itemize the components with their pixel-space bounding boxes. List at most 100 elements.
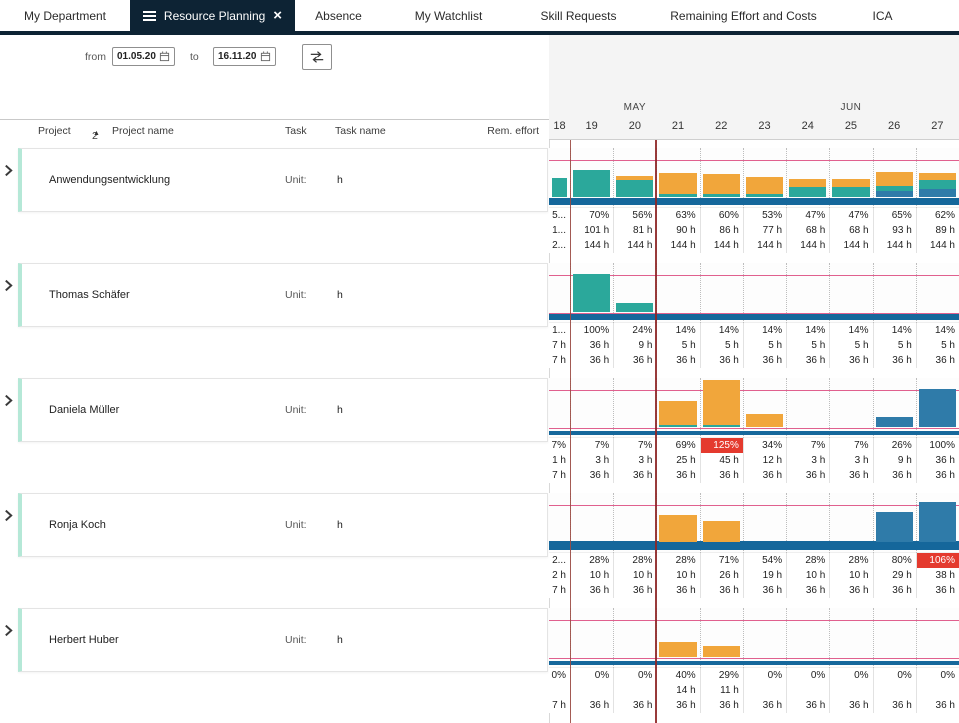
timeline-header: MAYJUN18192021222324252627 xyxy=(549,35,959,140)
chart-gridline xyxy=(700,378,701,438)
month-label: JUN xyxy=(831,102,871,113)
capacity-cell: 36 h xyxy=(613,583,656,598)
capacity-cell: 36 h xyxy=(873,583,916,598)
chart-gridline xyxy=(916,378,917,438)
capacity-cell: 36 h xyxy=(786,583,829,598)
col-rem-effort[interactable]: Rem. effort xyxy=(487,125,539,137)
percent-cell: 7% xyxy=(613,438,656,453)
hours-cell: 9 h xyxy=(613,338,656,353)
resource-row-card[interactable]: Ronja Koch Unit: h xyxy=(18,493,548,557)
bar-segment xyxy=(919,189,956,197)
from-date-input[interactable]: 01.05.20 xyxy=(112,47,175,66)
calendar-icon[interactable] xyxy=(159,51,170,62)
percent-cell: 34% xyxy=(743,438,786,453)
capacity-cell: 36 h xyxy=(829,698,872,713)
utilization-chart xyxy=(549,148,959,208)
col-task-name[interactable]: Task name xyxy=(335,125,386,137)
refresh-button[interactable] xyxy=(302,44,332,70)
tab-my-watchlist[interactable]: My Watchlist xyxy=(382,0,515,31)
bar-segment xyxy=(919,389,956,427)
percent-cell: 100% xyxy=(570,323,613,338)
hours-cell: 38 h xyxy=(916,568,959,583)
percent-cell: 7% xyxy=(570,438,613,453)
hours-cell: 77 h xyxy=(743,223,786,238)
percent-cell: 0% xyxy=(873,668,916,683)
week-label[interactable]: 23 xyxy=(743,120,786,132)
hours-cell: 5 h xyxy=(786,338,829,353)
capacity-cell: 36 h xyxy=(700,698,743,713)
timeline-row: 1...100%24%14%14%14%14%14%14%14%7 h36 h9… xyxy=(549,263,959,368)
resource-row-card[interactable]: Anwendungsentwicklung Unit: h xyxy=(18,148,548,212)
resource-row-card[interactable]: Herbert Huber Unit: h xyxy=(18,608,548,672)
col-project-name[interactable]: Project name xyxy=(112,125,174,137)
hours-cell: 29 h xyxy=(873,568,916,583)
week-label[interactable]: 27 xyxy=(916,120,959,132)
expand-chevron-icon[interactable] xyxy=(4,279,16,293)
percent-cell: 28% xyxy=(570,553,613,568)
from-label: from xyxy=(85,51,106,63)
col-task[interactable]: Task xyxy=(285,125,307,137)
week-label[interactable]: 21 xyxy=(656,120,699,132)
bar-segment xyxy=(919,180,956,189)
capacity-cell: 36 h xyxy=(916,698,959,713)
week-values-table: 2...28%28%28%71%54%28%28%80%106%2 h10 h1… xyxy=(549,553,959,598)
percent-cell: 28% xyxy=(656,553,699,568)
col-project[interactable]: Project xyxy=(38,125,71,137)
hours-cell: 12 h xyxy=(743,453,786,468)
period-start-line xyxy=(570,140,571,723)
chart-gridline xyxy=(786,378,787,438)
expand-chevron-icon[interactable] xyxy=(4,624,16,638)
bar-segment xyxy=(876,172,913,185)
week-label[interactable]: 22 xyxy=(700,120,743,132)
capacity-cell: 36 h xyxy=(916,353,959,368)
percent-cell: 7% xyxy=(829,438,872,453)
tab-label: Skill Requests xyxy=(540,9,616,23)
week-label[interactable]: 24 xyxy=(786,120,829,132)
menu-icon[interactable] xyxy=(143,11,156,21)
capacity-cell: 36 h xyxy=(656,583,699,598)
tab-my-department[interactable]: My Department xyxy=(0,0,130,31)
chart-gridline xyxy=(786,608,787,668)
percent-cell: 70% xyxy=(570,208,613,223)
tab-resource-planning[interactable]: Resource Planning × xyxy=(130,0,295,31)
bar-segment xyxy=(573,274,610,312)
to-date-input[interactable]: 16.11.20 xyxy=(213,47,276,66)
percent-cell: 60% xyxy=(700,208,743,223)
week-label[interactable]: 19 xyxy=(570,120,613,132)
tab-remaining-effort[interactable]: Remaining Effort and Costs xyxy=(642,0,845,31)
expand-chevron-icon[interactable] xyxy=(4,509,16,523)
capacity-limit-line xyxy=(549,620,959,621)
hours-cell: 5 h xyxy=(916,338,959,353)
hours-cell: 68 h xyxy=(829,223,872,238)
week-label[interactable]: 20 xyxy=(613,120,656,132)
percent-cell: 53% xyxy=(743,208,786,223)
capacity-cell: 144 h xyxy=(873,238,916,253)
hours-cell: 25 h xyxy=(656,453,699,468)
resource-row-card[interactable]: Thomas Schäfer Unit: h xyxy=(18,263,548,327)
bar-segment xyxy=(876,186,913,191)
expand-chevron-icon[interactable] xyxy=(4,164,16,178)
unit-label: Unit: xyxy=(285,289,307,301)
bar-segment xyxy=(659,642,696,657)
capacity-cell: 36 h xyxy=(873,698,916,713)
hours-cell: 10 h xyxy=(656,568,699,583)
week-label[interactable]: 25 xyxy=(829,120,872,132)
close-tab-icon[interactable]: × xyxy=(273,8,282,23)
baseline-load-bar xyxy=(549,314,959,320)
tab-absence[interactable]: Absence xyxy=(295,0,382,31)
hours-cell: 5 h xyxy=(873,338,916,353)
week-label[interactable]: 18 xyxy=(549,120,570,132)
week-label[interactable]: 26 xyxy=(873,120,916,132)
hours-cell: 45 h xyxy=(700,453,743,468)
resource-row-card[interactable]: Daniela Müller Unit: h xyxy=(18,378,548,442)
tab-skill-requests[interactable]: Skill Requests xyxy=(515,0,642,31)
percent-cell: 0% xyxy=(916,668,959,683)
calendar-icon[interactable] xyxy=(260,51,271,62)
tab-ica[interactable]: ICA xyxy=(845,0,920,31)
week-values-table: 1...100%24%14%14%14%14%14%14%14%7 h36 h9… xyxy=(549,323,959,368)
bar-segment xyxy=(703,425,740,427)
expand-chevron-icon[interactable] xyxy=(4,394,16,408)
capacity-cell: 144 h xyxy=(916,238,959,253)
percent-cell: 47% xyxy=(786,208,829,223)
capacity-cell: 36 h xyxy=(873,353,916,368)
